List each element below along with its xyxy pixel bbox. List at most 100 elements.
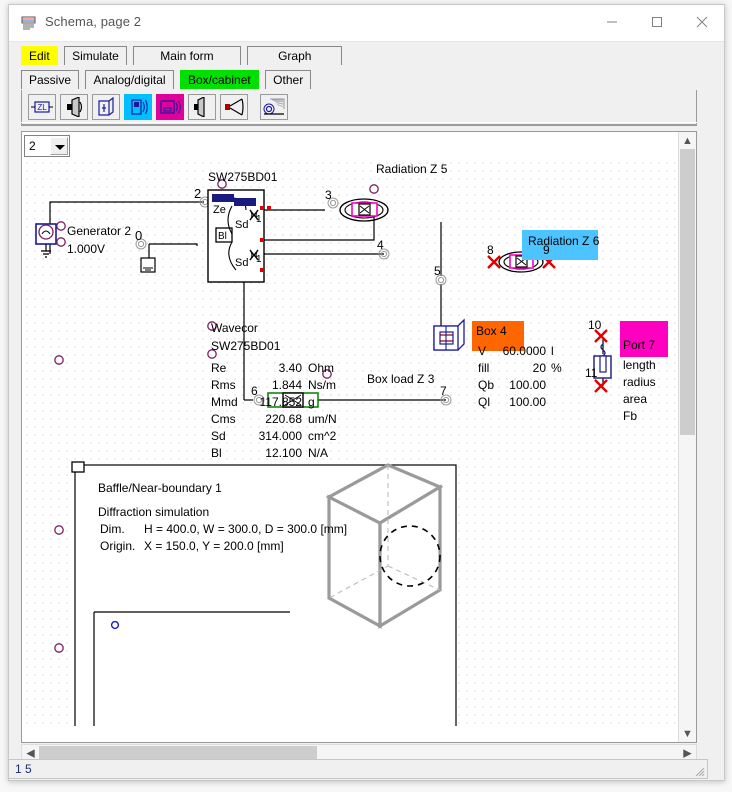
window-title: Schema, page 2	[45, 14, 141, 29]
param-unit-cms: um/N	[308, 412, 337, 426]
baffle-dim-value: H = 400.0, W = 300.0, D = 300.0 [mm]	[144, 522, 347, 536]
maximize-button[interactable]	[634, 5, 679, 38]
tab-main-form[interactable]: Main form	[133, 46, 240, 65]
node-label-9: 9	[543, 243, 550, 257]
box4-value-qb: 100.00	[484, 378, 546, 392]
title-bar: Schema, page 2	[9, 5, 724, 42]
node-label-7: 7	[440, 384, 447, 398]
param-unit-mmd: g	[308, 395, 315, 409]
toolbar-separator	[21, 122, 697, 125]
resize-grip-icon[interactable]	[693, 764, 705, 776]
svg-text:Sd: Sd	[235, 219, 248, 231]
tab-simulate[interactable]: Simulate	[64, 46, 127, 65]
enclosure-icon[interactable]	[92, 94, 120, 120]
param-name-re: Re	[211, 361, 226, 375]
component-toolbar: ZL	[21, 90, 697, 126]
box-load-z3-label: Box load Z 3	[367, 372, 434, 386]
primary-tab-bar: Edit Simulate Main form Graph	[21, 46, 344, 66]
node-label-2: 2	[194, 186, 201, 201]
chevron-down-icon[interactable]	[50, 137, 68, 155]
minimize-button[interactable]	[589, 5, 634, 38]
node-label-4: 4	[377, 238, 384, 252]
baffle-subtitle: Diffraction simulation	[98, 505, 209, 519]
vertical-scroll-thumb[interactable]	[680, 149, 695, 435]
baffle-origin-label: Origin.	[100, 539, 135, 553]
driver-title: SW275BD01	[208, 170, 277, 184]
node-label-0: 0	[135, 228, 142, 243]
port7-name-radius: radius	[623, 375, 656, 389]
generator-label: Generator 2	[67, 224, 131, 238]
tab-edit[interactable]: Edit	[21, 46, 58, 65]
app-root: Schema, page 2 Edit Simulate Main form G…	[0, 0, 732, 792]
svg-text:Sd: Sd	[235, 257, 248, 269]
impedance-zl-icon[interactable]: ZL	[28, 94, 56, 120]
node-label-6: 6	[251, 384, 258, 398]
param-name-cms: Cms	[211, 412, 236, 426]
baffle-origin-value: X = 150.0, Y = 200.0 [mm]	[144, 539, 284, 553]
param-unit-bl: N/A	[308, 446, 328, 460]
param-unit-rms: Ns/m	[308, 378, 336, 392]
scroll-down-icon[interactable]: ▼	[679, 725, 696, 742]
port-icon[interactable]	[188, 94, 216, 120]
schematic-canvas-area[interactable]: 2	[21, 131, 697, 743]
port7-title: Port 7	[623, 338, 655, 352]
box4-value-v: 60.0000	[484, 344, 546, 358]
port7-name-length: length	[623, 358, 656, 372]
baffle-dim-label: Dim.	[100, 522, 125, 536]
schematic-icon	[21, 15, 37, 31]
param-unit-sd: cm^2	[308, 429, 336, 443]
param-name-bl: Bl	[211, 446, 222, 460]
horizontal-scroll-thumb[interactable]	[39, 746, 317, 760]
box-load-icon[interactable]	[156, 94, 184, 120]
node-label-10: 10	[588, 318, 601, 332]
param-unit-re: Ohm	[308, 361, 334, 375]
node-label-5: 5	[434, 264, 441, 278]
port7-name-area: area	[623, 392, 647, 406]
svg-text:ZL: ZL	[37, 103, 47, 112]
param-name-sd: Sd	[211, 429, 226, 443]
generator-value: 1.000V	[67, 242, 105, 256]
baffle-diffraction-icon[interactable]	[260, 94, 288, 120]
box4-value-fill: 20	[484, 361, 546, 375]
svg-text:1: 1	[256, 214, 262, 225]
param-value-cms: 220.68	[250, 412, 302, 426]
param-name-rms: Rms	[211, 378, 236, 392]
svg-text:Ze: Ze	[213, 204, 226, 216]
scroll-up-icon[interactable]: ▲	[679, 132, 696, 149]
horn-icon[interactable]	[220, 94, 248, 120]
node-label-8: 8	[487, 243, 494, 257]
node-label-3: 3	[325, 188, 332, 202]
radiation-z5-label: Radiation Z 5	[376, 162, 447, 176]
box4-value-ql: 100.00	[484, 395, 546, 409]
tab-box-cabinet[interactable]: Box/cabinet	[180, 70, 259, 89]
radiation-z5-element	[328, 185, 388, 221]
schematic-canvas[interactable]: Ze Sd 1 Bl Sd 1	[22, 158, 680, 726]
zoom-level-value: 2	[29, 139, 36, 153]
baffle-panel	[72, 462, 456, 726]
box-radiation-icon[interactable]	[124, 94, 152, 120]
tab-other[interactable]: Other	[265, 70, 311, 89]
param-name-mmd: Mmd	[211, 395, 238, 409]
port7-name-fb: Fb	[623, 409, 637, 423]
tab-graph[interactable]: Graph	[247, 46, 342, 65]
radiation-z6-label: Radiation Z 6	[528, 234, 599, 248]
secondary-tab-bar: Passive Analog/digital Box/cabinet Other	[21, 70, 313, 90]
schema-window: Schema, page 2 Edit Simulate Main form G…	[8, 4, 725, 781]
driver-icon[interactable]	[60, 94, 88, 120]
svg-text:1: 1	[256, 254, 262, 265]
box4-unit-fill: %	[551, 361, 562, 375]
baffle-title: Baffle/Near-boundary 1	[98, 481, 222, 495]
param-value-sd: 314.000	[250, 429, 302, 443]
status-bar: 1 5	[8, 759, 708, 779]
driver-block: Ze Sd 1 Bl Sd 1	[208, 180, 271, 282]
canvas-vertical-scrollbar[interactable]: ▲ ▼	[678, 132, 696, 742]
tab-analog-digital[interactable]: Analog/digital	[85, 70, 173, 89]
node-label-11: 11	[585, 366, 597, 380]
box4-unit-v: l	[551, 344, 554, 358]
close-button[interactable]	[679, 5, 724, 38]
param-value-bl: 12.100	[250, 446, 302, 460]
tab-passive[interactable]: Passive	[21, 70, 79, 89]
driver-brand: Wavecor	[211, 321, 258, 335]
box4-title: Box 4	[476, 324, 507, 338]
zoom-level-select[interactable]: 2	[24, 135, 70, 157]
